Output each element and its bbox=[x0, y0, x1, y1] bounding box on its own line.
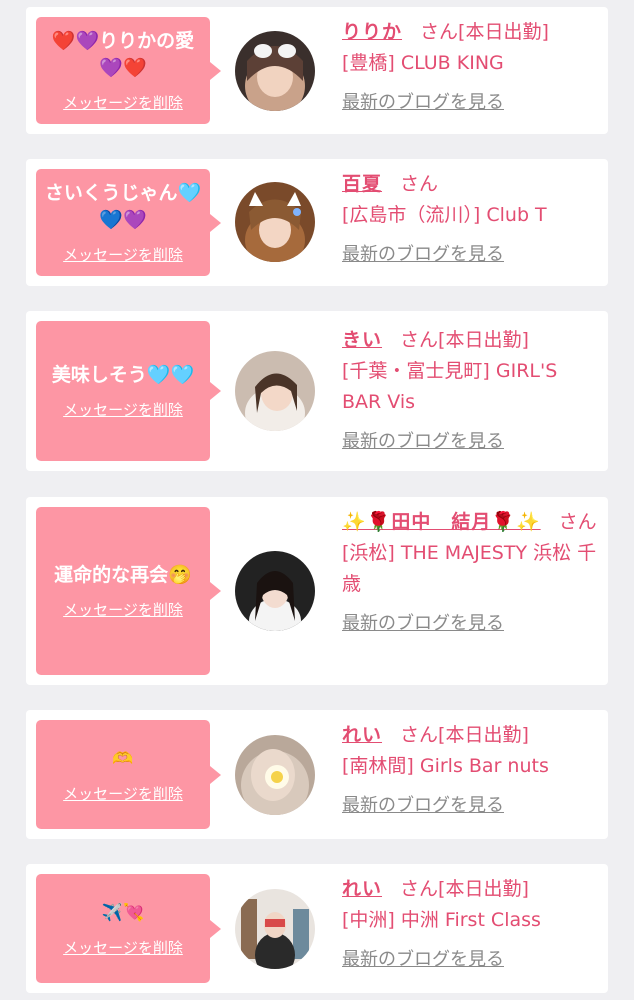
cast-info: れい さん[本日出勤] [南林間] Girls Bar nuts 最新のブログを見… bbox=[342, 720, 598, 821]
message-text: ❤️💜りりかの愛💜❤️ bbox=[51, 30, 195, 79]
message-list: ❤️💜りりかの愛💜❤️ メッセージを削除 りりか さん[本日出勤] [豊橋] CL… bbox=[0, 0, 634, 1000]
list-item: 🫶 メッセージを削除 れい さん[本日出勤] [南林間] Girls Bar nu… bbox=[26, 710, 608, 839]
avatar[interactable] bbox=[235, 889, 315, 969]
cast-name-link[interactable]: きい bbox=[342, 329, 382, 351]
latest-blog-link[interactable]: 最新のブログを見る bbox=[342, 944, 598, 975]
latest-blog-link[interactable]: 最新のブログを見る bbox=[342, 790, 598, 821]
cast-info: ✨🌹田中 結月🌹✨ さん [浜松] THE MAJESTY 浜松 千歳 最新のブロ… bbox=[342, 507, 598, 639]
message-text: さいくうじゃん🩵💙💜 bbox=[44, 182, 202, 231]
delete-message-link[interactable]: メッセージを削除 bbox=[63, 92, 183, 113]
latest-blog-link[interactable]: 最新のブログを見る bbox=[342, 608, 598, 639]
work-status: [本日出勤] bbox=[438, 878, 529, 900]
message-text: 美味しそう🩵🩵 bbox=[51, 364, 195, 386]
shop-name: [中洲] 中洲 First Class bbox=[342, 909, 541, 931]
avatar[interactable] bbox=[235, 551, 315, 631]
avatar[interactable] bbox=[235, 351, 315, 431]
honorific: さん bbox=[420, 21, 459, 43]
avatar[interactable] bbox=[235, 182, 315, 262]
work-status: [本日出勤] bbox=[438, 329, 529, 351]
message-bubble: ✈️💘 メッセージを削除 bbox=[36, 874, 221, 983]
cast-name-link[interactable]: 百夏 bbox=[342, 173, 382, 195]
message-text: 🫶 bbox=[112, 748, 134, 769]
latest-blog-link[interactable]: 最新のブログを見る bbox=[342, 426, 598, 457]
shop-name: [千葉・富士見町] GIRL'S BAR Vis bbox=[342, 360, 558, 413]
message-text: 運命的な再会🤭 bbox=[54, 564, 192, 586]
avatar[interactable] bbox=[235, 735, 315, 815]
honorific: さん bbox=[400, 329, 439, 351]
cast-info: りりか さん[本日出勤] [豊橋] CLUB KING 最新のブログを見る bbox=[342, 17, 598, 118]
delete-message-link[interactable]: メッセージを削除 bbox=[63, 244, 183, 265]
list-item: ❤️💜りりかの愛💜❤️ メッセージを削除 りりか さん[本日出勤] [豊橋] CL… bbox=[26, 7, 608, 134]
cast-name-link[interactable]: ✨🌹田中 結月🌹✨ bbox=[342, 511, 541, 533]
delete-message-link[interactable]: メッセージを削除 bbox=[63, 937, 183, 958]
cast-info: れい さん[本日出勤] [中洲] 中洲 First Class 最新のブログを見る bbox=[342, 874, 598, 975]
list-item: 運命的な再会🤭 メッセージを削除 ✨🌹田中 結月🌹✨ さん [浜松] THE MA… bbox=[26, 497, 608, 685]
message-bubble: 運命的な再会🤭 メッセージを削除 bbox=[36, 507, 221, 675]
cast-name-link[interactable]: りりか bbox=[342, 21, 402, 43]
cast-info: 百夏 さん [広島市（流川）] Club T 最新のブログを見る bbox=[342, 169, 598, 270]
honorific: さん bbox=[400, 173, 439, 195]
delete-message-link[interactable]: メッセージを削除 bbox=[63, 783, 183, 804]
list-item: ✈️💘 メッセージを削除 れい さん[本日出勤] [中洲] 中洲 First Cl… bbox=[26, 864, 608, 993]
shop-name: [豊橋] CLUB KING bbox=[342, 52, 504, 74]
work-status: [本日出勤] bbox=[438, 724, 529, 746]
delete-message-link[interactable]: メッセージを削除 bbox=[63, 399, 183, 420]
honorific: さん bbox=[558, 511, 597, 533]
list-item: 美味しそう🩵🩵 メッセージを削除 きい さん[本日出勤] [千葉・富士見町] GI… bbox=[26, 311, 608, 471]
work-status: [本日出勤] bbox=[458, 21, 549, 43]
message-text: ✈️💘 bbox=[101, 902, 145, 923]
delete-message-link[interactable]: メッセージを削除 bbox=[63, 599, 183, 620]
avatar[interactable] bbox=[235, 31, 315, 111]
shop-name: [南林間] Girls Bar nuts bbox=[342, 755, 549, 777]
cast-info: きい さん[本日出勤] [千葉・富士見町] GIRL'S BAR Vis 最新のブ… bbox=[342, 325, 598, 457]
honorific: さん bbox=[400, 724, 439, 746]
latest-blog-link[interactable]: 最新のブログを見る bbox=[342, 239, 598, 270]
cast-name-link[interactable]: れい bbox=[342, 724, 382, 746]
message-bubble: 🫶 メッセージを削除 bbox=[36, 720, 221, 829]
shop-name: [広島市（流川）] Club T bbox=[342, 204, 547, 226]
message-bubble: さいくうじゃん🩵💙💜 メッセージを削除 bbox=[36, 169, 221, 276]
cast-name-link[interactable]: れい bbox=[342, 878, 382, 900]
shop-name: [浜松] THE MAJESTY 浜松 千歳 bbox=[342, 542, 597, 595]
message-bubble: ❤️💜りりかの愛💜❤️ メッセージを削除 bbox=[36, 17, 221, 124]
latest-blog-link[interactable]: 最新のブログを見る bbox=[342, 87, 598, 118]
message-bubble: 美味しそう🩵🩵 メッセージを削除 bbox=[36, 321, 221, 461]
list-item: さいくうじゃん🩵💙💜 メッセージを削除 百夏 さん [広島市（流川）] Club … bbox=[26, 159, 608, 286]
honorific: さん bbox=[400, 878, 439, 900]
